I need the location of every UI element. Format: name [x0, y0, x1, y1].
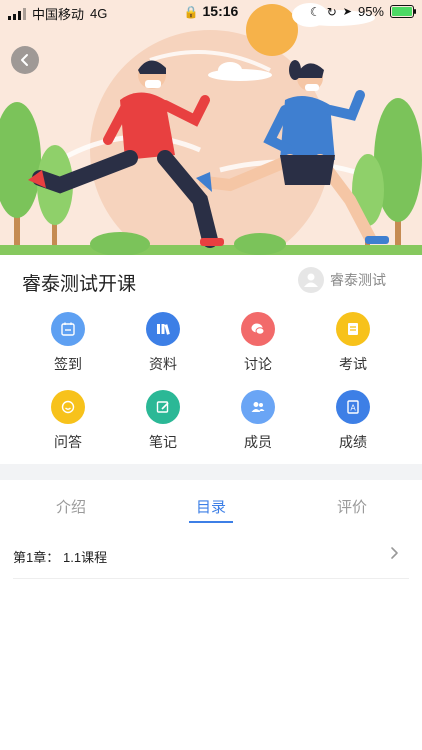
grade-doc-icon: A [336, 390, 370, 424]
section-divider [0, 464, 422, 480]
func-exam[interactable]: 考试 [313, 312, 393, 374]
books-icon [146, 312, 180, 346]
func-grades[interactable]: A 成绩 [313, 390, 393, 452]
chapter-title: 1.1课程 [63, 550, 108, 565]
func-label: 成员 [244, 434, 272, 450]
course-title: 睿泰测试开课 [22, 274, 137, 295]
tab-catalog[interactable]: 目录 [171, 496, 251, 517]
running-people-illustration [0, 0, 422, 255]
battery-percent: 95% [357, 4, 384, 19]
func-qa[interactable]: 问答 [28, 390, 108, 452]
func-members[interactable]: 成员 [218, 390, 298, 452]
teacher-avatar [298, 267, 324, 293]
moon-icon: ☾ [309, 4, 321, 19]
func-label: 资料 [149, 356, 177, 372]
func-label: 问答 [54, 434, 82, 450]
teacher-name: 睿泰测试 [330, 272, 386, 288]
func-label: 笔记 [149, 434, 177, 450]
teacher-info[interactable]: 睿泰测试 [298, 267, 386, 293]
course-header: 睿泰测试开课 睿泰测试 [0, 255, 422, 305]
svg-text:A: A [350, 404, 356, 413]
func-label: 讨论 [244, 356, 272, 372]
func-discussion[interactable]: 讨论 [218, 312, 298, 374]
lock-icon: 🔒 [183, 5, 199, 19]
calendar-icon [51, 312, 85, 346]
clock-time: 15:16 [202, 3, 239, 19]
func-sign-in[interactable]: 签到 [28, 312, 108, 374]
func-label: 签到 [54, 356, 82, 372]
exam-paper-icon [336, 312, 370, 346]
chevron-right-icon [391, 547, 398, 559]
chapter-number: 第1章： [13, 550, 60, 565]
location-arrow-icon: ➤ [342, 6, 352, 18]
active-tab-indicator [189, 521, 233, 523]
chevron-left-icon [21, 54, 28, 66]
func-label: 成绩 [339, 434, 367, 450]
func-notes[interactable]: 笔记 [123, 390, 203, 452]
course-tabs: 介绍 目录 评价 [0, 480, 422, 526]
course-cover-image [0, 0, 422, 255]
back-button[interactable] [11, 46, 39, 74]
rotation-lock-icon: ↻ [326, 4, 337, 19]
user-icon [304, 273, 318, 287]
tab-intro[interactable]: 介绍 [31, 496, 111, 517]
battery-icon [390, 5, 416, 18]
tab-reviews[interactable]: 评价 [312, 496, 392, 517]
note-edit-icon [146, 390, 180, 424]
func-label: 考试 [339, 356, 367, 372]
qa-bubble-icon [51, 390, 85, 424]
chat-icon [241, 312, 275, 346]
members-icon [241, 390, 275, 424]
func-materials[interactable]: 资料 [123, 312, 203, 374]
chapter-row[interactable]: 第1章： 1.1课程 [13, 532, 409, 579]
status-bar: 中国移动 4G 🔒 15:16 ☾ ↻ ➤ 95% [0, 0, 422, 24]
